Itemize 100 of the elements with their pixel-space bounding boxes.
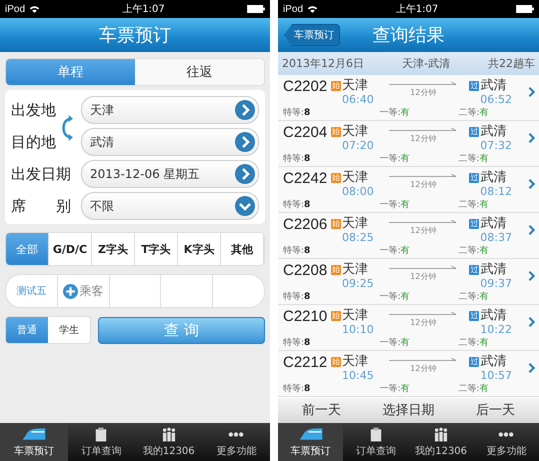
ticket-type-tab[interactable]: 学生 xyxy=(48,317,90,343)
station-name: 天津 xyxy=(342,170,368,186)
seat-availability: 一等:有 xyxy=(378,290,411,303)
tab-bar-item[interactable]: 车票预订 xyxy=(278,423,344,461)
pass-badge: 过 xyxy=(469,127,480,137)
pass-badge: 过 xyxy=(469,357,480,367)
input-field[interactable]: 2013-12-06 星期五 xyxy=(81,160,259,188)
station-name: 武清 xyxy=(480,124,506,140)
origin-badge: 始 xyxy=(331,311,341,321)
duration: 12分钟 xyxy=(410,87,436,98)
seat-availability: 特等:8 xyxy=(283,198,312,211)
tab-bar-item[interactable]: 车票预订 xyxy=(0,423,68,461)
train-count: 共22趟车 xyxy=(488,56,535,71)
input-field[interactable]: 武清 xyxy=(81,128,259,156)
field-label: 出发地 xyxy=(11,100,57,120)
arrival-time: 09:37 xyxy=(479,278,513,290)
arrival-time: 10:57 xyxy=(479,370,513,382)
train-number: C2212 xyxy=(283,354,328,372)
tab-bar-item[interactable]: 我的12306 xyxy=(135,423,202,461)
back-button[interactable]: 车票预订 xyxy=(284,24,340,46)
arrival-time: 08:12 xyxy=(479,186,513,198)
status-time: 上午1:07 xyxy=(394,2,440,16)
station-name: 天津 xyxy=(342,262,368,278)
station-name: 天津 xyxy=(342,78,368,94)
station-name: 天津 xyxy=(342,354,368,370)
duration: 12分钟 xyxy=(410,133,436,144)
seat-availability: 一等:有 xyxy=(378,382,411,395)
origin-badge: 始 xyxy=(331,357,341,367)
field-label: 席 别 xyxy=(11,196,72,216)
departure-time: 09:25 xyxy=(341,278,375,290)
input-field[interactable]: 不限 xyxy=(81,192,259,220)
pass-badge: 过 xyxy=(469,265,480,275)
origin-badge: 始 xyxy=(331,219,341,229)
origin-badge: 始 xyxy=(331,265,341,275)
arrival-time: 07:32 xyxy=(479,140,513,152)
origin-badge: 始 xyxy=(331,173,341,183)
seat-availability: 二等:有 xyxy=(458,336,490,349)
train-number: C2206 xyxy=(283,216,328,234)
arrival-time: 06:52 xyxy=(479,94,513,106)
passenger-chip[interactable]: 测试五 xyxy=(6,275,58,307)
departure-time: 10:10 xyxy=(341,324,375,336)
station-name: 武清 xyxy=(480,262,506,278)
input-field[interactable]: 天津 xyxy=(81,96,259,124)
seat-availability: 一等:有 xyxy=(378,336,411,349)
day-nav-button[interactable]: 后一天 xyxy=(452,398,539,422)
field-label: 出发日期 xyxy=(11,164,72,184)
origin-badge: 始 xyxy=(331,81,341,91)
screen-title: 查询结果 xyxy=(372,24,444,47)
origin-badge: 始 xyxy=(331,127,341,137)
seat-availability: 一等:有 xyxy=(378,198,411,211)
seat-availability: 特等:8 xyxy=(283,382,312,395)
status-time: 上午1:07 xyxy=(121,2,166,16)
pass-badge: 过 xyxy=(469,81,480,91)
seat-availability: 二等:有 xyxy=(458,198,490,211)
seat-availability: 二等:有 xyxy=(458,152,490,165)
station-name: 武清 xyxy=(480,170,506,186)
tab-bar-item[interactable]: 订单查询 xyxy=(68,423,135,461)
train-number: C2202 xyxy=(283,78,328,96)
seat-availability: 特等:8 xyxy=(283,106,312,119)
station-name: 天津 xyxy=(342,124,368,140)
tab-bar-item[interactable]: 更多功能 xyxy=(202,423,270,461)
seat-availability: 特等:8 xyxy=(283,244,312,257)
day-nav-button[interactable]: 前一天 xyxy=(278,398,365,422)
station-name: 武清 xyxy=(480,354,506,370)
field-label: 目的地 xyxy=(11,132,57,152)
trip-tab[interactable]: 往返 xyxy=(135,59,264,85)
screen-title: 车票预订 xyxy=(99,24,171,47)
seat-availability: 一等:有 xyxy=(378,244,411,257)
carrier-name: iPod xyxy=(5,4,26,14)
seat-availability: 一等:有 xyxy=(378,152,411,165)
train-number: C2210 xyxy=(283,308,328,326)
seat-availability: 二等:有 xyxy=(458,106,490,119)
tab-bar-item[interactable]: 订单查询 xyxy=(343,423,408,461)
tab-bar-item[interactable]: 更多功能 xyxy=(474,423,539,461)
duration: 12分钟 xyxy=(410,225,436,236)
station-name: 天津 xyxy=(342,216,368,232)
seat-availability: 特等:8 xyxy=(283,336,312,349)
arrival-time: 08:37 xyxy=(479,232,513,244)
seat-availability: 二等:有 xyxy=(458,244,490,257)
carrier-name: iPod xyxy=(283,4,304,14)
duration: 12分钟 xyxy=(410,179,436,190)
duration: 12分钟 xyxy=(410,271,436,282)
search-date: 2013年12月6日 xyxy=(282,56,364,71)
departure-time: 06:40 xyxy=(341,94,375,106)
departure-time: 07:20 xyxy=(341,140,375,152)
tab-bar-item[interactable]: 我的12306 xyxy=(408,423,474,461)
train-number: C2208 xyxy=(283,262,328,280)
route-text: 天津-武清 xyxy=(402,56,450,71)
duration: 12分钟 xyxy=(410,363,436,374)
day-nav-button[interactable]: 选择日期 xyxy=(365,398,452,422)
seat-availability: 特等:8 xyxy=(283,290,312,303)
arrival-time: 10:22 xyxy=(479,324,513,336)
departure-time: 10:45 xyxy=(341,370,375,382)
seat-availability: 二等:有 xyxy=(458,382,490,395)
train-number: C2204 xyxy=(283,124,328,142)
seat-availability: 特等:8 xyxy=(283,152,312,165)
departure-time: 08:25 xyxy=(341,232,375,244)
duration: 12分钟 xyxy=(410,317,436,328)
seat-availability: 二等:有 xyxy=(458,290,490,303)
station-name: 武清 xyxy=(480,216,506,232)
